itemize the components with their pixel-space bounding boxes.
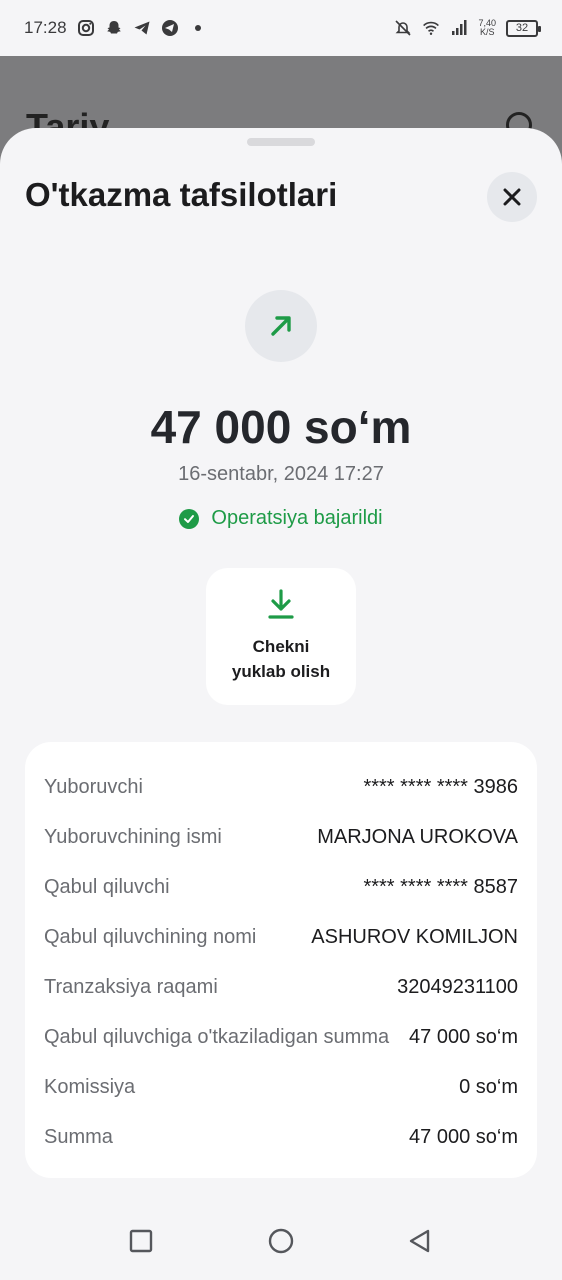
detail-row-recipient-amount: Qabul qiluvchiga o'tkaziladigan summa 47…	[25, 1012, 537, 1062]
speed-unit: K/S	[479, 27, 495, 37]
recent-apps-icon	[129, 1229, 153, 1253]
transfer-details-sheet: O'tkazma tafsilotlari 47 000 so‘m 16-sen…	[0, 128, 562, 1280]
detail-label: Komissiya	[44, 1075, 136, 1098]
transfer-amount: 47 000 so‘m	[150, 401, 412, 453]
detail-row-commission: Komissiya 0 so‘m	[25, 1062, 537, 1112]
home-icon	[268, 1228, 294, 1254]
snapchat-icon	[105, 19, 123, 37]
detail-value: MARJONA UROKOVA	[317, 825, 518, 848]
detail-label: Yuboruvchi	[44, 775, 143, 798]
detail-label: Tranzaksiya raqami	[44, 975, 218, 998]
back-button[interactable]	[407, 1228, 433, 1254]
battery-indicator: 32	[506, 19, 541, 37]
detail-row-recipient-name: Qabul qiluvchining nomi ASHUROV KOMILJON	[25, 912, 537, 962]
detail-row-sender-name: Yuboruvchining ismi MARJONA UROKOVA	[25, 812, 537, 862]
operation-status: Operatsiya bajarildi	[0, 507, 562, 530]
detail-row-total: Summa 47 000 so‘m	[25, 1112, 537, 1162]
outgoing-transfer-badge	[245, 290, 317, 362]
detail-label: Qabul qiluvchining nomi	[44, 925, 257, 948]
close-button[interactable]	[487, 172, 537, 222]
network-speed: 7,40 K/S	[478, 19, 496, 37]
wifi-icon	[422, 19, 440, 37]
arrow-up-right-icon	[271, 316, 291, 336]
transfer-details-card: Yuboruvchi **** **** **** 3986 Yuboruvch…	[25, 742, 537, 1178]
download-receipt-label: Chekni yuklab olish	[216, 634, 346, 684]
notification-dot	[194, 25, 201, 31]
sheet-drag-handle[interactable]	[247, 138, 315, 146]
operation-status-text: Operatsiya bajarildi	[211, 507, 383, 529]
sheet-title: O'tkazma tafsilotlari	[25, 176, 338, 213]
detail-value: 32049231100	[397, 975, 518, 998]
detail-row-transaction-id: Tranzaksiya raqami 32049231100	[25, 962, 537, 1012]
detail-label: Summa	[44, 1125, 113, 1148]
status-bar: 17:28 7,40 K/S 32	[0, 0, 562, 56]
telegram-x-icon	[161, 19, 179, 37]
detail-row-recipient-card: Qabul qiluvchi **** **** **** 8587	[25, 862, 537, 912]
recent-apps-button[interactable]	[128, 1228, 154, 1254]
bell-muted-icon	[394, 19, 412, 37]
download-receipt-label-line2: yuklab olish	[231, 662, 331, 681]
detail-value: **** **** **** 8587	[363, 875, 518, 898]
signal-icon	[450, 19, 468, 37]
status-time: 17:28	[24, 18, 67, 37]
transfer-datetime: 16-sentabr, 2024 17:27	[178, 463, 384, 485]
battery-level: 32	[515, 22, 529, 34]
detail-label: Qabul qiluvchi	[44, 875, 170, 898]
detail-value: ASHUROV KOMILJON	[311, 925, 518, 948]
detail-label: Yuboruvchining ismi	[44, 825, 222, 848]
telegram-icon	[133, 19, 151, 37]
download-receipt-button[interactable]: Chekni yuklab olish	[206, 568, 356, 705]
back-icon	[409, 1229, 430, 1253]
download-icon	[268, 589, 294, 619]
close-icon	[503, 188, 521, 206]
system-navigation-bar	[0, 1200, 562, 1280]
detail-value: 47 000 so‘m	[409, 1125, 518, 1148]
check-circle-icon	[179, 508, 200, 529]
detail-label: Qabul qiluvchiga o'tkaziladigan summa	[44, 1025, 390, 1048]
detail-value: 0 so‘m	[459, 1075, 518, 1098]
detail-row-sender-card: Yuboruvchi **** **** **** 3986	[25, 762, 537, 812]
instagram-icon	[77, 19, 95, 37]
download-receipt-label-line1: Chekni	[252, 637, 310, 656]
home-button[interactable]	[268, 1228, 294, 1254]
detail-value: **** **** **** 3986	[363, 775, 518, 798]
detail-value: 47 000 so‘m	[409, 1025, 518, 1048]
